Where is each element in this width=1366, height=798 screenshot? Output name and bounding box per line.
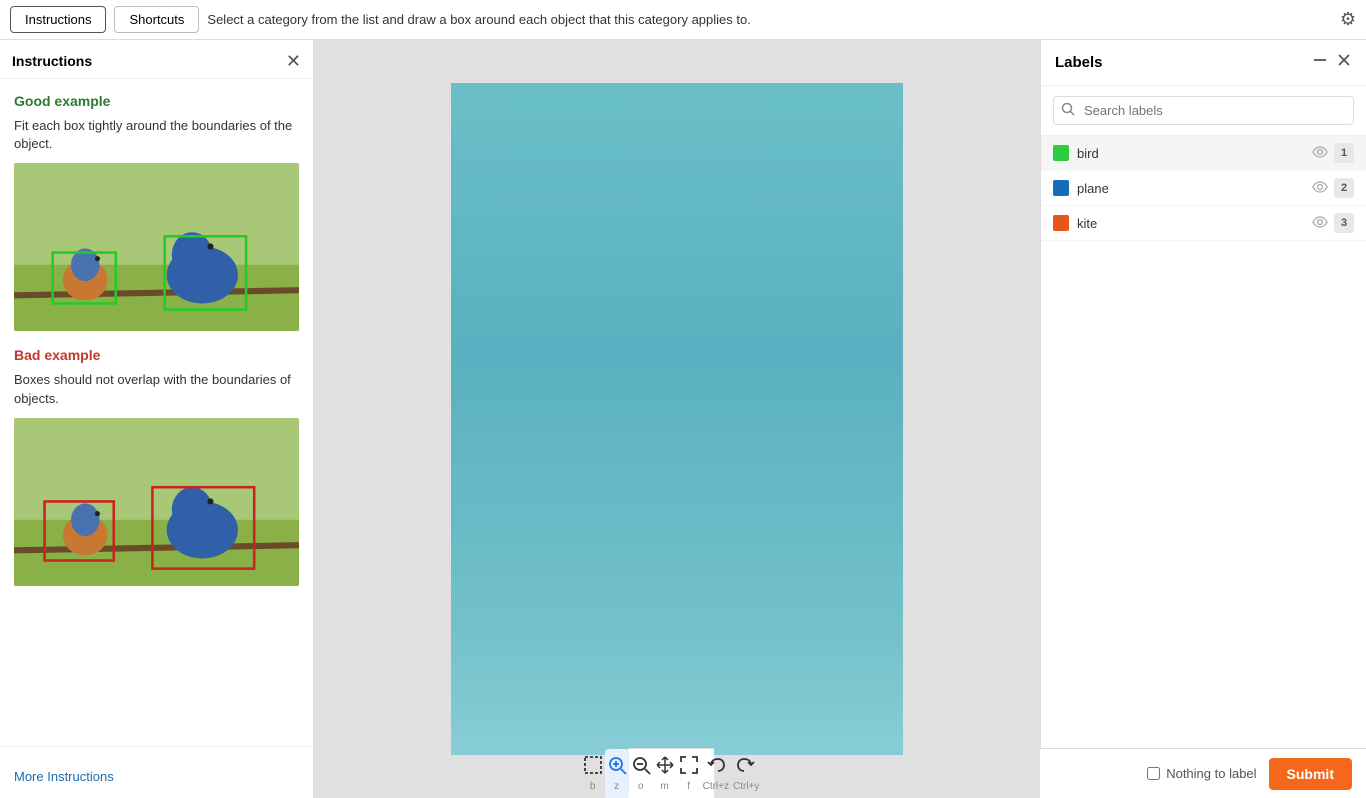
instructions-button[interactable]: Instructions xyxy=(10,6,106,33)
label-item-kite[interactable]: kite 3 xyxy=(1041,206,1366,241)
close-labels-button[interactable] xyxy=(1336,52,1352,73)
nothing-to-label-label[interactable]: Nothing to label xyxy=(1147,766,1256,781)
zoom-out-tool-button[interactable]: o xyxy=(629,749,653,798)
bird-color-swatch xyxy=(1053,145,1069,161)
zoom-out-icon xyxy=(631,755,651,780)
labels-panel: Labels bird xyxy=(1040,40,1366,798)
undo-tool-button[interactable]: Ctrl+z xyxy=(701,749,731,798)
panel-footer: More Instructions xyxy=(0,746,313,798)
submission-bar: Nothing to label Submit xyxy=(1040,748,1366,798)
instructions-panel: Instructions ✕ Good example Fit each box… xyxy=(0,40,314,798)
bad-example-image xyxy=(14,418,299,586)
topbar: Instructions Shortcuts Select a category… xyxy=(0,0,1366,40)
bird-label-name: bird xyxy=(1077,146,1304,161)
bottom-toolbar: b z o m xyxy=(628,748,714,798)
panel-content: Good example Fit each box tightly around… xyxy=(0,79,313,746)
good-example-image xyxy=(14,163,299,331)
header-actions xyxy=(1312,52,1352,73)
good-example-title: Good example xyxy=(14,93,299,109)
annotation-canvas[interactable] xyxy=(451,83,903,755)
search-wrapper xyxy=(1053,96,1354,125)
select-icon xyxy=(583,755,603,780)
search-labels-input[interactable] xyxy=(1053,96,1354,125)
select-tool-button[interactable]: b xyxy=(581,749,605,798)
move-icon xyxy=(655,755,675,780)
kite-count-badge: 3 xyxy=(1334,213,1354,233)
shortcuts-button[interactable]: Shortcuts xyxy=(114,6,199,33)
redo-icon xyxy=(736,755,756,780)
move-tool-button[interactable]: m xyxy=(653,749,677,798)
plane-label-actions: 2 xyxy=(1312,178,1354,198)
zoom-in-icon xyxy=(607,755,627,780)
submit-button[interactable]: Submit xyxy=(1269,758,1352,790)
main-layout: Instructions ✕ Good example Fit each box… xyxy=(0,40,1366,798)
search-container xyxy=(1041,86,1366,136)
bird-count-badge: 1 xyxy=(1334,143,1354,163)
more-instructions-link[interactable]: More Instructions xyxy=(14,765,114,788)
plane-label-name: plane xyxy=(1077,181,1304,196)
topbar-message: Select a category from the list and draw… xyxy=(207,12,1331,27)
bird-visibility-button[interactable] xyxy=(1312,145,1328,161)
fit-icon xyxy=(679,755,699,780)
plane-visibility-button[interactable] xyxy=(1312,180,1328,196)
panel-title: Instructions xyxy=(12,53,92,69)
plane-color-swatch xyxy=(1053,180,1069,196)
close-panel-button[interactable]: ✕ xyxy=(286,52,301,70)
panel-header: Instructions ✕ xyxy=(0,40,313,79)
label-item-bird[interactable]: bird 1 xyxy=(1041,136,1366,171)
canvas-area[interactable]: b z o m xyxy=(314,40,1040,798)
bird-label-actions: 1 xyxy=(1312,143,1354,163)
nothing-to-label-checkbox[interactable] xyxy=(1147,767,1160,780)
kite-label-actions: 3 xyxy=(1312,213,1354,233)
good-example-desc: Fit each box tightly around the boundari… xyxy=(14,117,299,153)
gear-icon[interactable]: ⚙ xyxy=(1340,9,1356,30)
minimize-labels-button[interactable] xyxy=(1312,52,1328,73)
bad-example-title: Bad example xyxy=(14,347,299,363)
labels-list: bird 1 plane 2 xyxy=(1041,136,1366,798)
labels-header: Labels xyxy=(1041,40,1366,86)
plane-count-badge: 2 xyxy=(1334,178,1354,198)
redo-tool-button[interactable]: Ctrl+y xyxy=(731,749,761,798)
kite-color-swatch xyxy=(1053,215,1069,231)
nothing-to-label-text: Nothing to label xyxy=(1166,766,1256,781)
bad-example-desc: Boxes should not overlap with the bounda… xyxy=(14,371,299,407)
undo-icon xyxy=(706,755,726,780)
zoom-in-tool-button[interactable]: z xyxy=(605,749,629,798)
kite-visibility-button[interactable] xyxy=(1312,215,1328,231)
labels-title: Labels xyxy=(1055,54,1103,71)
kite-label-name: kite xyxy=(1077,216,1304,231)
fit-tool-button[interactable]: f xyxy=(677,749,701,798)
label-item-plane[interactable]: plane 2 xyxy=(1041,171,1366,206)
